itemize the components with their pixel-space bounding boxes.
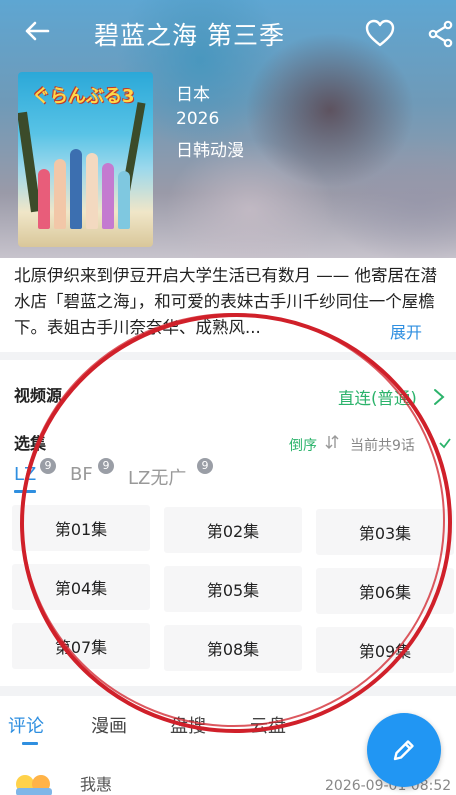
synopsis-text: 北原伊织来到伊豆开启大学生活已有数月 —— 他寄居在潜水店「碧蓝之海」，和可爱的… (14, 266, 437, 337)
episode-button[interactable]: 第07集 (12, 623, 150, 669)
episode-total-text: 当前共9话 (350, 438, 415, 454)
poster-logo: ぐらんぶる3 (32, 86, 135, 107)
share-icon (428, 20, 453, 48)
tab-cloud-disk[interactable]: 云盘 (250, 712, 286, 738)
chevron-right-icon[interactable] (432, 388, 446, 406)
episode-button[interactable]: 第04集 (12, 564, 150, 610)
poster-figure (118, 171, 130, 229)
episode-button[interactable]: 第05集 (164, 566, 302, 612)
tab-comments[interactable]: 评论 (8, 712, 44, 738)
avatar[interactable] (14, 768, 54, 795)
poster-image: ぐらんぶる3 (18, 72, 153, 247)
sort-icon[interactable] (325, 434, 339, 450)
episode-button[interactable]: 第08集 (164, 625, 302, 671)
poster-figure (102, 163, 114, 229)
source-tab-indicator (14, 490, 36, 493)
arrow-left-icon (25, 21, 50, 41)
source-tab-bf[interactable]: BF (70, 464, 93, 485)
back-button[interactable] (20, 14, 54, 48)
poster-figure (86, 153, 98, 229)
country-text: 日本 (176, 85, 210, 105)
expand-link[interactable]: 展开 (390, 319, 422, 343)
episode-button[interactable]: 第02集 (164, 507, 302, 553)
source-tab-badge: 9 (98, 458, 114, 474)
favorite-button[interactable] (364, 18, 398, 50)
episode-button[interactable]: 第03集 (316, 509, 454, 555)
pencil-icon (393, 740, 414, 761)
genre-text: 日韩动漫 (176, 141, 244, 161)
source-tab-badge: 9 (197, 458, 213, 474)
tab-disk-search[interactable]: 盘搜 (170, 712, 206, 738)
share-button[interactable] (428, 20, 456, 50)
episode-button[interactable]: 第06集 (316, 568, 454, 614)
section-divider (0, 686, 456, 696)
episode-button[interactable]: 第01集 (12, 505, 150, 551)
heart-outline-icon (365, 19, 395, 47)
tab-comic[interactable]: 漫画 (91, 712, 127, 738)
check-icon (439, 438, 451, 449)
tab-indicator (22, 742, 38, 745)
sort-order-button[interactable]: 倒序 (289, 435, 317, 455)
source-tab-lz-noad[interactable]: LZ无广 (128, 464, 186, 490)
source-tab-lz[interactable]: LZ (14, 464, 36, 485)
episode-button[interactable]: 第09集 (316, 627, 454, 673)
detail-header: 碧蓝之海 第三季 ぐらんぶる3 日本 2026 日韩动漫 (0, 0, 456, 258)
poster-figure (54, 159, 66, 229)
episodes-label: 选集 (14, 434, 47, 453)
write-comment-button[interactable] (367, 713, 441, 787)
poster-figure (38, 169, 50, 229)
video-source-selector[interactable]: 直连(普通) (338, 385, 417, 409)
comment-username[interactable]: 我惠 (80, 771, 112, 795)
poster-figure (70, 149, 82, 229)
page-title: 碧蓝之海 第三季 (94, 21, 285, 50)
video-source-label: 视频源 (14, 386, 63, 405)
section-divider (0, 352, 456, 360)
source-tab-badge: 9 (40, 458, 56, 474)
year-text: 2026 (176, 109, 220, 129)
